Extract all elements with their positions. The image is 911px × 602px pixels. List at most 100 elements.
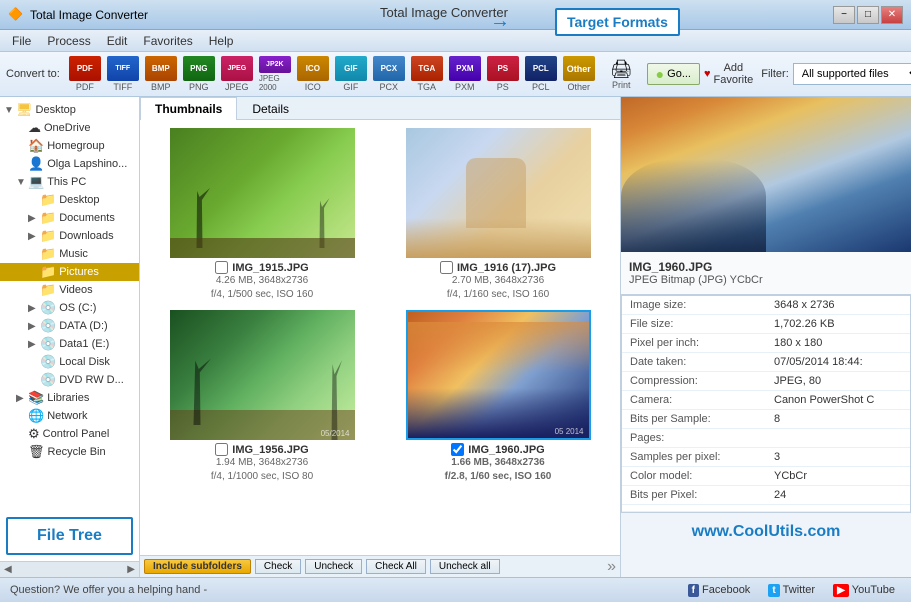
meta-empty-1 xyxy=(622,505,766,512)
tree-item-documents[interactable]: ▶ 📁 Documents xyxy=(0,209,139,227)
format-ps-button[interactable]: PS PS xyxy=(486,55,520,93)
folder-icon: 📁 xyxy=(40,210,56,226)
checkbox-1960[interactable] xyxy=(451,443,464,456)
left-panel: ▼ 🖥 Desktop ☁ OneDrive 🏠 Homegroup 👤 Olg… xyxy=(0,97,140,577)
format-png-button[interactable]: PNG PNG xyxy=(182,55,216,93)
meta-label-imagesize: Image size: xyxy=(622,296,766,315)
list-item: IMG_1916 (17).JPG 2.70 MB, 3648x2736 f/4… xyxy=(384,128,612,302)
app-title-center: Total Image Converter xyxy=(380,5,508,20)
add-favorite-button[interactable]: ♥ Add Favorite xyxy=(704,62,753,86)
metadata-grid: Image size: 3648 x 2736 File size: 1,702… xyxy=(621,295,911,513)
coolutils-link[interactable]: www.CoolUtils.com xyxy=(621,513,911,551)
file-tree-button[interactable]: File Tree xyxy=(6,517,133,555)
tab-thumbnails[interactable]: Thumbnails xyxy=(140,97,237,120)
status-text: Question? We offer you a helping hand - xyxy=(10,584,676,596)
format-bmp-button[interactable]: BMP BMP xyxy=(144,55,178,93)
format-pcl-button[interactable]: PCL PCL xyxy=(524,55,558,93)
check-button[interactable]: Check xyxy=(255,559,301,574)
menu-file[interactable]: File xyxy=(4,32,39,50)
tree-item-pictures[interactable]: 📁 Pictures xyxy=(0,263,139,281)
format-jpeg-button[interactable]: JPEG JPEG xyxy=(220,55,254,93)
window-controls: − □ ✕ xyxy=(833,6,903,24)
maximize-button[interactable]: □ xyxy=(857,6,879,24)
format-ico-button[interactable]: ICO ICO xyxy=(296,55,330,93)
minimize-button[interactable]: − xyxy=(833,6,855,24)
library-icon: 📚 xyxy=(28,390,44,406)
printer-icon: 🖨 xyxy=(610,59,633,80)
menu-edit[interactable]: Edit xyxy=(99,32,136,50)
heart-icon: ♥ xyxy=(704,68,711,80)
meta-label-pages: Pages: xyxy=(622,429,766,448)
onedrive-icon: ☁ xyxy=(28,120,41,136)
tree-item-dvd[interactable]: 💿 DVD RW D... xyxy=(0,371,139,389)
thumbnail-image-1915[interactable] xyxy=(170,128,355,258)
tree-item-videos[interactable]: 📁 Videos xyxy=(0,281,139,299)
image-info-1956: f/4, 1/1000 sec, ISO 80 xyxy=(211,470,313,484)
list-item: 05 2014 IMG_1960.JPG 1.66 MB, 3648x2736 … xyxy=(384,310,612,484)
format-tga-button[interactable]: TGA TGA xyxy=(410,55,444,93)
scroll-right-center[interactable]: » xyxy=(607,558,616,576)
tree-item-d-drive[interactable]: ▶ 💿 DATA (D:) xyxy=(0,317,139,335)
pxm-icon: PXM xyxy=(449,56,481,81)
thumbnail-image-1956[interactable]: 05/2014 xyxy=(170,310,355,440)
tree-item-pc-desktop[interactable]: 📁 Desktop xyxy=(0,191,139,209)
meta-value-samples-pixel: 3 xyxy=(766,448,910,467)
format-gif-button[interactable]: GIF GIF xyxy=(334,55,368,93)
thumb-check-1960: IMG_1960.JPG xyxy=(451,443,544,456)
menu-process[interactable]: Process xyxy=(39,32,98,50)
format-jp2k-button[interactable]: JP2K JPEG 2000 xyxy=(258,55,292,93)
tree-item-control-panel[interactable]: ⚙ Control Panel xyxy=(0,425,139,443)
tree-item-recycle-bin[interactable]: 🗑 Recycle Bin xyxy=(0,443,139,461)
image-name-1916: IMG_1916 (17).JPG xyxy=(457,262,556,274)
tree-item-thispc[interactable]: ▼ 💻 This PC xyxy=(0,173,139,191)
expand-icon: ▶ xyxy=(16,393,26,404)
close-button[interactable]: ✕ xyxy=(881,6,903,24)
twitter-button[interactable]: t Twitter xyxy=(762,582,821,599)
tree-item-downloads[interactable]: ▶ 📁 Downloads xyxy=(0,227,139,245)
thumbnail-image-1916[interactable] xyxy=(406,128,591,258)
thumbnail-image-1960[interactable]: 05 2014 xyxy=(406,310,591,440)
menu-favorites[interactable]: Favorites xyxy=(135,32,200,50)
format-pxm-button[interactable]: PXM PXM xyxy=(448,55,482,93)
tree-item-user[interactable]: 👤 Olga Lapshino... xyxy=(0,155,139,173)
thumb-check-1915: IMG_1915.JPG xyxy=(215,261,308,274)
format-tiff-button[interactable]: TIFF TIFF xyxy=(106,55,140,93)
format-pcx-button[interactable]: PCX PCX xyxy=(372,55,406,93)
check-all-button[interactable]: Check All xyxy=(366,559,426,574)
format-pdf-button[interactable]: PDF PDF xyxy=(68,55,102,93)
checkbox-1916[interactable] xyxy=(440,261,453,274)
scroll-left-icon[interactable]: ◀ xyxy=(4,564,12,575)
tree-item-music[interactable]: 📁 Music xyxy=(0,245,139,263)
image-name-1960: IMG_1960.JPG xyxy=(468,444,544,456)
tree-item-e-drive[interactable]: ▶ 💿 Data1 (E:) xyxy=(0,335,139,353)
image-size-1956: 1.94 MB, 3648x2736 xyxy=(216,456,308,470)
menu-bar: File Process Edit Favorites Help xyxy=(0,30,911,52)
thumbnail-grid: IMG_1915.JPG 4.26 MB, 3648x2736 f/4, 1/5… xyxy=(140,120,620,555)
checkbox-1956[interactable] xyxy=(215,443,228,456)
go-button[interactable]: ● Go... xyxy=(647,63,700,85)
tree-item-c-drive[interactable]: ▶ 💿 OS (C:) xyxy=(0,299,139,317)
menu-help[interactable]: Help xyxy=(201,32,242,50)
tree-item-libraries[interactable]: ▶ 📚 Libraries xyxy=(0,389,139,407)
checkbox-1915[interactable] xyxy=(215,261,228,274)
file-info-area: IMG_1960.JPG JPEG Bitmap (JPG) YCbCr xyxy=(621,252,911,295)
filter-select[interactable]: All supported files xyxy=(793,63,911,85)
facebook-button[interactable]: f Facebook xyxy=(682,582,757,599)
tree-item-local-disk[interactable]: 💿 Local Disk xyxy=(0,353,139,371)
youtube-button[interactable]: ▶ YouTube xyxy=(827,582,901,599)
tree-item-network[interactable]: 🌐 Network xyxy=(0,407,139,425)
print-button[interactable]: 🖨 Print xyxy=(610,59,633,90)
format-other-button[interactable]: Other Other xyxy=(562,55,596,93)
uncheck-button[interactable]: Uncheck xyxy=(305,559,362,574)
scroll-right-icon[interactable]: ▶ xyxy=(127,564,135,575)
include-subfolders-button[interactable]: Include subfolders xyxy=(144,559,251,574)
desktop-icon: 🖥 xyxy=(16,102,33,118)
image-size-1916: 2.70 MB, 3648x2736 xyxy=(452,274,544,288)
uncheck-all-button[interactable]: Uncheck all xyxy=(430,559,500,574)
tree-item-onedrive[interactable]: ☁ OneDrive xyxy=(0,119,139,137)
tab-details[interactable]: Details xyxy=(237,97,304,120)
expand-icon: ▶ xyxy=(28,213,38,224)
tree-item-homegroup[interactable]: 🏠 Homegroup xyxy=(0,137,139,155)
tree-item-desktop[interactable]: ▼ 🖥 Desktop xyxy=(0,101,139,119)
tree-horizontal-scroll[interactable]: ◀ ▶ xyxy=(0,561,139,577)
